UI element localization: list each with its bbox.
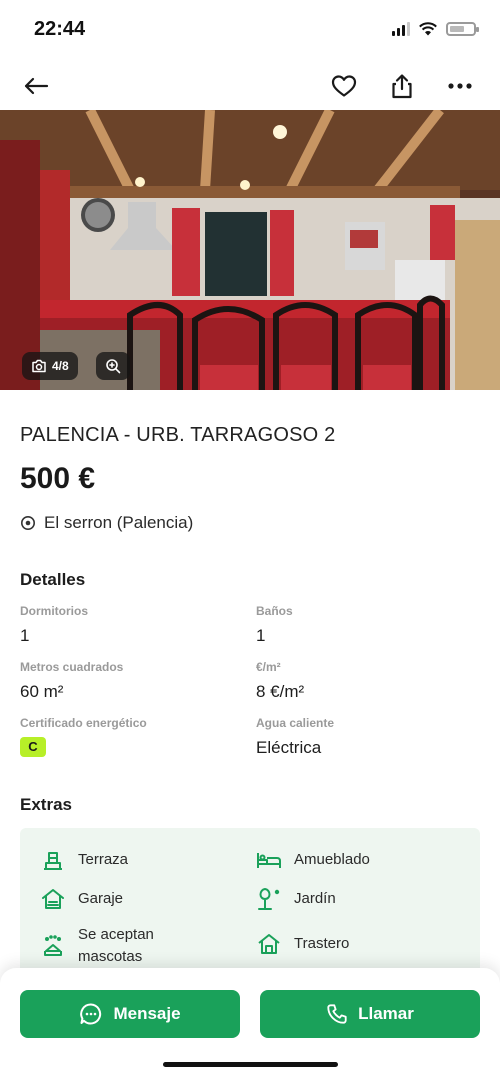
chat-bubble-icon — [80, 1003, 102, 1025]
phone-icon — [327, 1004, 347, 1024]
cellular-signal-icon — [392, 22, 410, 36]
extra-item-terrace: Terraza — [40, 847, 128, 873]
detail-bedrooms: Dormitorios 1 — [20, 604, 240, 646]
detail-square-meters: Metros cuadrados 60 m² — [20, 660, 240, 702]
call-button[interactable]: Llamar — [260, 990, 480, 1038]
energy-rating-badge: C — [20, 737, 46, 757]
detail-value: 1 — [20, 626, 30, 645]
listing-photo[interactable] — [0, 110, 500, 390]
extra-label: Garaje — [78, 890, 124, 907]
photo-counter[interactable]: 4/8 — [22, 352, 78, 380]
garden-icon — [256, 886, 282, 912]
call-button-label: Llamar — [358, 1004, 414, 1023]
listing-location[interactable]: El serron (Palencia) — [20, 513, 193, 533]
wifi-icon — [419, 22, 437, 36]
detail-energy-certificate: Certificado energético C — [20, 716, 240, 757]
terrace-icon — [40, 847, 66, 873]
bottom-action-bar: Mensaje Llamar — [0, 968, 500, 1080]
status-bar: 22:44 — [0, 0, 500, 60]
detail-label: Certificado energético — [20, 716, 147, 730]
share-button[interactable] — [384, 68, 420, 104]
extra-item-furnished: Amueblado — [256, 847, 370, 873]
extra-label: Amueblado — [294, 851, 370, 868]
battery-icon — [446, 22, 479, 36]
heart-icon — [331, 75, 357, 97]
extra-item-garden: Jardín — [256, 886, 336, 912]
detail-label: Agua caliente — [256, 716, 335, 730]
location-text: El serron (Palencia) — [44, 513, 194, 532]
listing-price: 500 € — [20, 462, 96, 495]
zoom-button[interactable] — [96, 352, 130, 380]
details-heading: Detalles — [20, 570, 86, 589]
extra-item-storage-room: Trastero — [256, 931, 349, 957]
kitchen-photo-illustration — [0, 110, 500, 390]
extra-label: Jardín — [294, 890, 336, 907]
back-arrow-icon — [24, 77, 49, 95]
garage-icon — [40, 886, 66, 912]
extra-item-pets: Se aceptan mascotas — [40, 924, 240, 968]
favorite-button[interactable] — [326, 68, 362, 104]
home-indicator[interactable] — [163, 1062, 338, 1067]
detail-value: 1 — [256, 626, 266, 645]
detail-label: Dormitorios — [20, 604, 89, 618]
storage-room-icon — [256, 931, 282, 957]
listing-title: PALENCIA - URB. TARRAGOSO 2 — [20, 424, 336, 446]
photo-counter-text: 4/8 — [52, 359, 69, 373]
camera-icon — [32, 359, 46, 373]
message-button-label: Mensaje — [113, 1004, 181, 1023]
extra-label: Trastero — [294, 935, 350, 952]
message-button[interactable]: Mensaje — [20, 990, 240, 1038]
detail-label: Metros cuadrados — [20, 660, 124, 674]
status-time: 22:44 — [34, 18, 86, 40]
detail-label: Baños — [256, 604, 293, 618]
detail-value: 60 m² — [20, 682, 64, 701]
extras-panel: Terraza Amueblado Garaje Jardín Se acept… — [20, 828, 480, 988]
extra-label: Se aceptan mascotas — [78, 926, 154, 965]
extras-heading: Extras — [20, 795, 72, 814]
location-pin-icon — [21, 516, 35, 530]
detail-bathrooms: Baños 1 — [256, 604, 476, 646]
status-icons — [392, 22, 479, 36]
top-nav — [0, 60, 500, 110]
share-icon — [392, 74, 412, 99]
extra-item-garage: Garaje — [40, 886, 123, 912]
detail-value: Eléctrica — [256, 738, 322, 757]
detail-label: €/m² — [256, 660, 281, 674]
pets-icon — [40, 933, 66, 959]
detail-price-per-m2: €/m² 8 €/m² — [256, 660, 476, 702]
more-icon — [448, 83, 472, 89]
extra-label: Terraza — [78, 851, 129, 868]
more-options-button[interactable] — [442, 68, 478, 104]
detail-hot-water: Agua caliente Eléctrica — [256, 716, 476, 758]
furnished-icon — [256, 847, 282, 873]
back-button[interactable] — [18, 68, 54, 104]
zoom-icon — [106, 359, 121, 374]
detail-value: 8 €/m² — [256, 682, 305, 701]
